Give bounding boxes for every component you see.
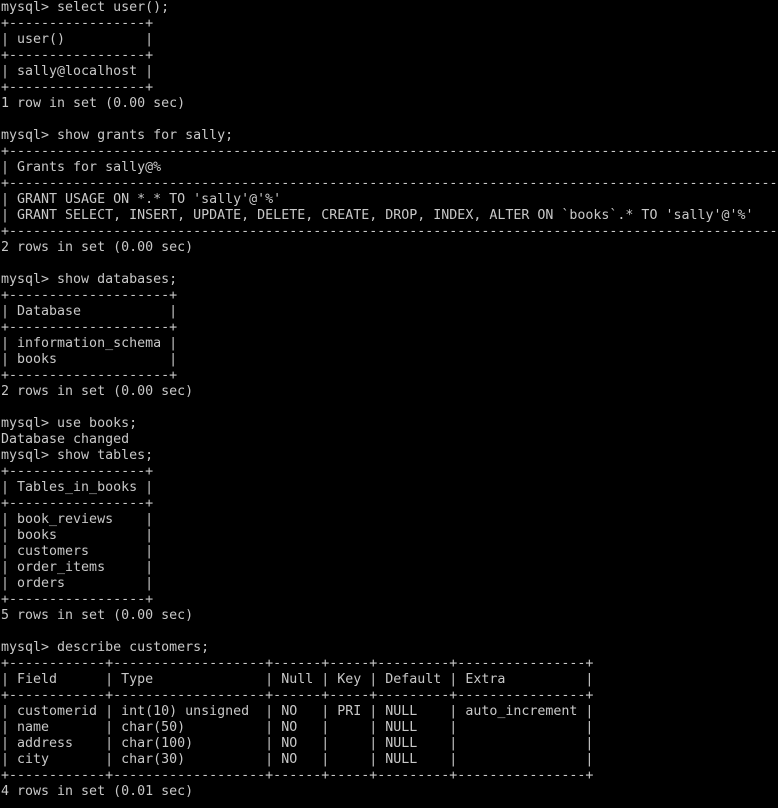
terminal-line: mysql> describe customers; <box>1 640 210 655</box>
terminal-line: 1 row in set (0.00 sec) <box>1 96 186 111</box>
terminal-line: | Tables_in_books | <box>1 480 154 495</box>
terminal-line: mysql> show tables; <box>1 448 154 463</box>
terminal-line: | name | char(50) | NO | | NULL | | <box>1 720 594 735</box>
terminal-line: +--------------------+ <box>1 288 178 303</box>
terminal-line: | orders | <box>1 576 154 591</box>
terminal-line: +-----------------+ <box>1 80 154 95</box>
terminal-line: | book_reviews | <box>1 512 154 527</box>
terminal-line: | books | <box>1 352 178 367</box>
terminal-line: mysql> select user(); <box>1 0 170 15</box>
terminal-line: +-----------------+ <box>1 48 154 63</box>
terminal-line: | GRANT SELECT, INSERT, UPDATE, DELETE, … <box>1 208 778 223</box>
terminal-line: +---------------------------------------… <box>1 176 778 191</box>
terminal-line: | Field | Type | Null | Key | Default | … <box>1 672 594 687</box>
terminal-line: 2 rows in set (0.00 sec) <box>1 384 194 399</box>
terminal-line: 4 rows in set (0.01 sec) <box>1 784 194 799</box>
terminal-line: mysql> use books; <box>1 416 138 431</box>
terminal-line: | books | <box>1 528 154 543</box>
terminal-line: mysql> show databases; <box>1 272 178 287</box>
terminal-line: | address | char(100) | NO | | NULL | | <box>1 736 594 751</box>
terminal-line: | Database | <box>1 304 178 319</box>
terminal-line: +---------------------------------------… <box>1 224 778 239</box>
terminal-line: +-----------------+ <box>1 464 154 479</box>
terminal-line: +-----------------+ <box>1 16 154 31</box>
terminal-line: +--------------------+ <box>1 368 178 383</box>
terminal-line: +--------------------+ <box>1 320 178 335</box>
terminal-line: +------------+-------------------+------… <box>1 768 594 783</box>
terminal-line: | Grants for sally@% | <box>1 160 778 175</box>
terminal-line: | sally@localhost | <box>1 64 154 79</box>
terminal-line: | customers | <box>1 544 154 559</box>
terminal-line: +-----------------+ <box>1 592 154 607</box>
terminal-line: | user() | <box>1 32 154 47</box>
terminal-line: +---------------------------------------… <box>1 144 778 159</box>
terminal-line: mysql> show grants for sally; <box>1 128 234 143</box>
terminal-line: | customerid | int(10) unsigned | NO | P… <box>1 704 594 719</box>
terminal-screen[interactable]: mysql> select user(); +-----------------+… <box>0 0 778 808</box>
terminal-line: | city | char(30) | NO | | NULL | | <box>1 752 594 767</box>
terminal-line: Database changed <box>1 432 130 447</box>
terminal-line: 5 rows in set (0.00 sec) <box>1 608 194 623</box>
terminal-line: +-----------------+ <box>1 496 154 511</box>
terminal-line: | information_schema | <box>1 336 178 351</box>
terminal-line: +------------+-------------------+------… <box>1 656 594 671</box>
terminal-line: | GRANT USAGE ON *.* TO 'sally'@'%' | <box>1 192 778 207</box>
terminal-line: | order_items | <box>1 560 154 575</box>
terminal-line: +------------+-------------------+------… <box>1 688 594 703</box>
terminal-line: 2 rows in set (0.00 sec) <box>1 240 194 255</box>
